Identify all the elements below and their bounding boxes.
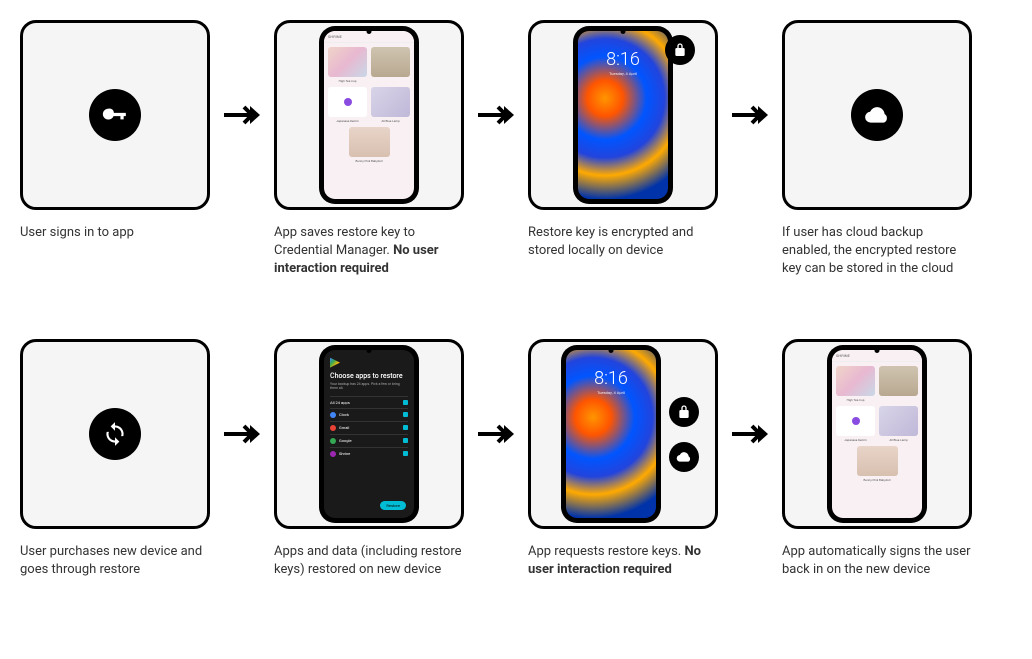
- phone-mockup: SHRINE High Tea Cup Japanese Denim All B…: [319, 26, 419, 204]
- panel-app-light-final: SHRINE High Tea Cup Japanese Denim All B…: [782, 339, 972, 529]
- caption-1-3: Restore key is encrypted and stored loca…: [528, 224, 718, 260]
- step-2-save-key: SHRINE High Tea Cup Japanese Denim All B…: [274, 20, 464, 279]
- caption-2-3: App requests restore keys. No user inter…: [528, 543, 718, 579]
- restore-button[interactable]: Restore: [380, 501, 406, 510]
- phone-mockup: SHRINE High Tea Cup Japanese Denim All B…: [827, 345, 927, 523]
- step-4-cloud: If user has cloud backup enabled, the en…: [782, 20, 972, 279]
- caption-2-2: Apps and data (including restore keys) r…: [274, 543, 464, 579]
- phone-mockup: 8:16 Tuesday, 4 April: [561, 345, 661, 523]
- step-8-auto-signin: SHRINE High Tea Cup Japanese Denim All B…: [782, 339, 972, 579]
- arrow-icon: [218, 339, 266, 529]
- panel-app-light: SHRINE High Tea Cup Japanese Denim All B…: [274, 20, 464, 210]
- caption-1-1: User signs in to app: [20, 224, 134, 242]
- key-icon: [89, 89, 141, 141]
- flow-row-1: User signs in to app SHRINE High Tea Cup…: [20, 20, 1012, 279]
- sync-icon: [89, 408, 141, 460]
- play-store-icon: [330, 358, 340, 368]
- lock-time: 8:16: [594, 368, 628, 389]
- step-5-new-device: User purchases new device and goes throu…: [20, 339, 210, 579]
- arrow-icon: [472, 339, 520, 529]
- step-7-request-keys: 8:16 Tuesday, 4 April App requests resto…: [528, 339, 718, 579]
- caption-2-4: App automatically signs the user back in…: [782, 543, 972, 579]
- step-1-signin: User signs in to app: [20, 20, 210, 242]
- cloud-icon: [669, 442, 699, 472]
- arrow-icon: [726, 20, 774, 210]
- panel-lockscreen-keys: 8:16 Tuesday, 4 April: [528, 339, 718, 529]
- lock-icon: [669, 397, 699, 427]
- panel-sync-icon: [20, 339, 210, 529]
- caption-2-1: User purchases new device and goes throu…: [20, 543, 210, 579]
- panel-lockscreen-locked: 8:16 Tuesday, 4 April: [528, 20, 718, 210]
- step-3-encrypt: 8:16 Tuesday, 4 April Restore key is enc…: [528, 20, 718, 260]
- lock-time: 8:16: [606, 49, 640, 70]
- step-6-apps-restored: Choose apps to restore Your backup has 2…: [274, 339, 464, 579]
- phone-mockup: 8:16 Tuesday, 4 April: [573, 26, 673, 204]
- restore-title: Choose apps to restore: [330, 372, 408, 380]
- flow-row-2: User purchases new device and goes throu…: [20, 339, 1012, 579]
- lock-date: Tuesday, 4 April: [609, 71, 637, 76]
- restore-subtitle: Your backup has 24 apps. Pick a few or b…: [330, 382, 408, 390]
- panel-key-icon: [20, 20, 210, 210]
- cloud-icon: [851, 89, 903, 141]
- lock-icon: [665, 35, 695, 65]
- caption-1-2: App saves restore key to Credential Mana…: [274, 224, 464, 279]
- arrow-icon: [218, 20, 266, 210]
- phone-mockup: Choose apps to restore Your backup has 2…: [319, 345, 419, 523]
- caption-1-4: If user has cloud backup enabled, the en…: [782, 224, 972, 279]
- panel-cloud-icon: [782, 20, 972, 210]
- panel-restore-dark: Choose apps to restore Your backup has 2…: [274, 339, 464, 529]
- arrow-icon: [726, 339, 774, 529]
- arrow-icon: [472, 20, 520, 210]
- lock-date: Tuesday, 4 April: [597, 390, 625, 395]
